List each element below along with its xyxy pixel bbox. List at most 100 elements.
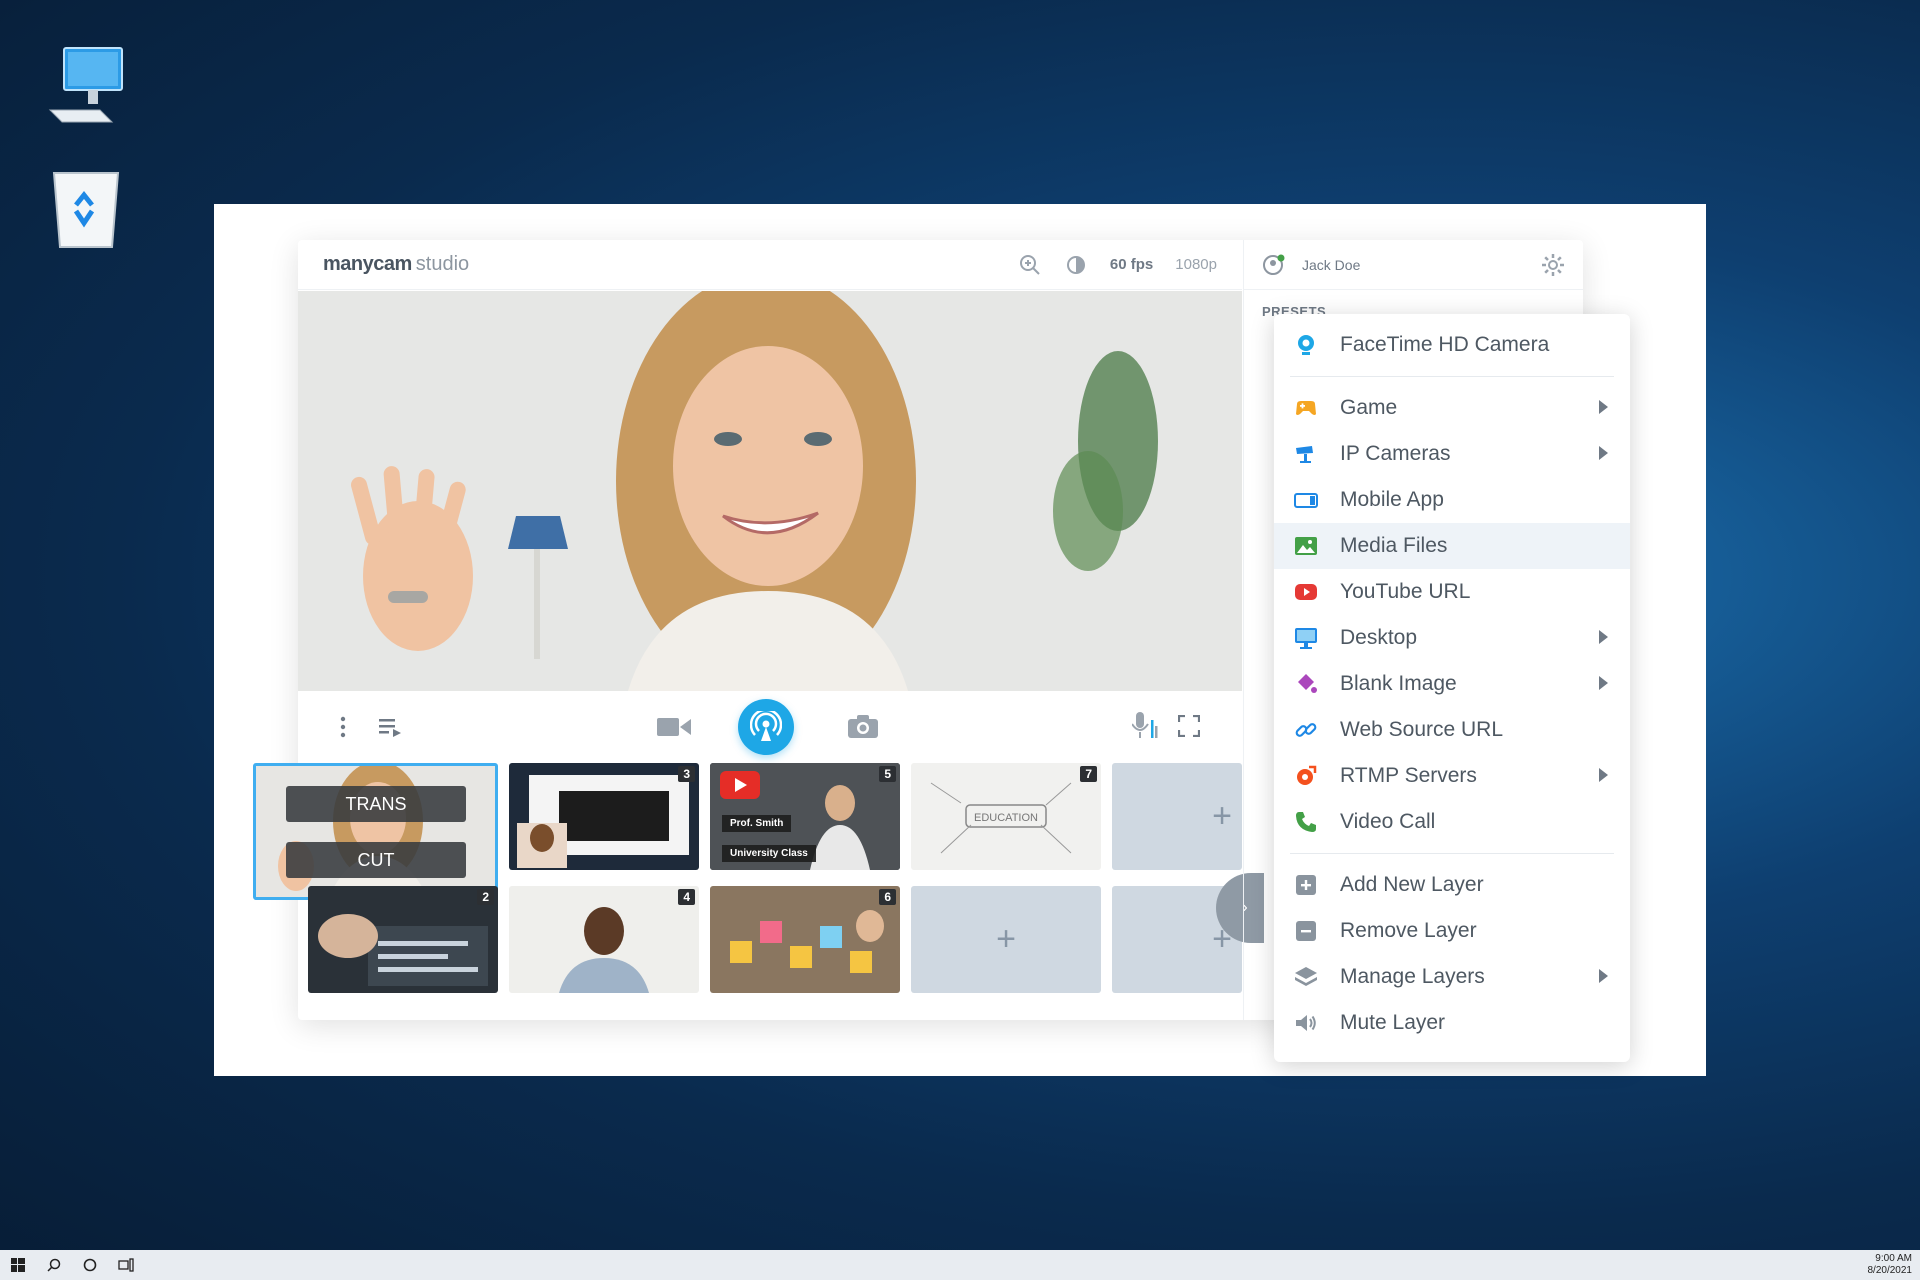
submenu-arrow-icon <box>1599 768 1608 782</box>
webcam-icon <box>1298 335 1314 355</box>
add-source-menu: FaceTime HD Camera Game IP Cameras Mobil… <box>1274 314 1630 1062</box>
this-pc-desktop-icon[interactable] <box>40 40 130 130</box>
fullscreen-icon[interactable] <box>1176 713 1202 739</box>
menu-separator <box>1290 376 1614 377</box>
menu-item-ip-cameras[interactable]: IP Cameras <box>1274 431 1630 477</box>
broadcast-button[interactable] <box>738 699 794 755</box>
sticky-notes-thumb-image <box>710 886 900 993</box>
submenu-arrow-icon <box>1599 969 1608 983</box>
user-row: Jack Doe <box>1244 240 1583 290</box>
menu-item-rtmp-servers[interactable]: RTMP Servers <box>1274 753 1630 799</box>
source-thumbnail-7[interactable]: EDUCATION 7 <box>911 763 1101 870</box>
recycle-bin-desktop-icon[interactable] <box>40 165 130 255</box>
app-header: manycam studio 60 fps 1080p <box>298 240 1242 290</box>
clock-date: 8/20/2021 <box>1867 1265 1913 1276</box>
menu-item-label: Mute Layer <box>1340 1011 1446 1034</box>
active-source-thumbnail[interactable]: TRANS CUT <box>253 763 498 900</box>
menu-separator <box>1290 853 1614 854</box>
user-avatar-icon[interactable] <box>1262 253 1286 277</box>
gear-icon[interactable] <box>1541 253 1565 277</box>
cortana-circle-icon <box>83 1258 97 1272</box>
search-button[interactable] <box>36 1250 72 1280</box>
lower-third-name: Prof. Smith <box>722 815 792 832</box>
menu-item-video-call[interactable]: Video Call <box>1274 799 1630 845</box>
whiteboard-thumb-image: EDUCATION <box>911 763 1101 870</box>
monitor-icon <box>1295 628 1317 649</box>
laptop-chart-thumb-image <box>308 886 498 993</box>
clock-time: 9:00 AM <box>1875 1253 1912 1264</box>
menu-item-desktop[interactable]: Desktop <box>1274 615 1630 661</box>
menu-item-manage-layers[interactable]: Manage Layers <box>1274 954 1630 1000</box>
task-view-button[interactable] <box>108 1250 144 1280</box>
thumbnail-number: 4 <box>678 889 695 905</box>
menu-item-facetime-camera[interactable]: FaceTime HD Camera <box>1274 322 1630 368</box>
more-options-icon[interactable] <box>333 713 353 741</box>
trans-button[interactable]: TRANS <box>286 786 466 822</box>
broadcast-icon <box>750 711 782 741</box>
paint-bucket-icon <box>1298 674 1317 693</box>
plus-icon: + <box>1212 797 1232 835</box>
menu-item-remove-layer[interactable]: Remove Layer <box>1274 908 1630 954</box>
menu-item-game[interactable]: Game <box>1274 385 1630 431</box>
menu-item-youtube-url[interactable]: YouTube URL <box>1274 569 1630 615</box>
thumbnail-number: 5 <box>879 766 896 782</box>
image-icon <box>1295 537 1317 555</box>
menu-item-label: FaceTime HD Camera <box>1340 333 1550 356</box>
windows-logo-icon <box>11 1258 25 1272</box>
cut-button[interactable]: CUT <box>286 842 466 878</box>
resolution-selector[interactable]: 1080p <box>1175 256 1217 273</box>
phone-icon <box>1296 812 1316 832</box>
source-thumbnail-4[interactable]: 4 <box>509 886 699 993</box>
user-name: Jack Doe <box>1302 256 1361 273</box>
fps-selector[interactable]: 60 fps <box>1110 256 1153 273</box>
smiling-man-thumb-image <box>509 886 699 993</box>
search-icon <box>47 1258 61 1272</box>
speaker-icon <box>1296 1015 1316 1031</box>
cortana-button[interactable] <box>72 1250 108 1280</box>
whiteboard-text: EDUCATION <box>974 812 1038 824</box>
taskbar: 9:00 AM 8/20/2021 <box>0 1250 1920 1280</box>
thumbnail-number: 7 <box>1080 766 1097 782</box>
brand-name: manycam <box>323 253 412 275</box>
thumbnail-number: 3 <box>678 766 695 782</box>
submenu-arrow-icon <box>1599 630 1608 644</box>
menu-item-label: YouTube URL <box>1340 580 1471 603</box>
menu-item-label: Add New Layer <box>1340 873 1484 896</box>
menu-item-blank-image[interactable]: Blank Image <box>1274 661 1630 707</box>
source-thumbnail-5[interactable]: Prof. Smith University Class 5 <box>710 763 900 870</box>
mobile-icon <box>1294 493 1318 508</box>
menu-item-mute-layer[interactable]: Mute Layer <box>1274 1000 1630 1046</box>
menu-item-mobile-app[interactable]: Mobile App <box>1274 477 1630 523</box>
playlist-icon[interactable] <box>378 715 402 739</box>
source-thumbnail-3[interactable]: 3 <box>509 763 699 870</box>
source-thumbnail-2[interactable]: 2 <box>308 886 498 993</box>
menu-item-add-new-layer[interactable]: Add New Layer <box>1274 862 1630 908</box>
menu-item-label: Desktop <box>1340 626 1418 649</box>
main-video-preview[interactable] <box>298 291 1242 691</box>
menu-item-label: Game <box>1340 396 1398 419</box>
add-source-slot[interactable]: + <box>1112 763 1242 870</box>
menu-item-label: Video Call <box>1340 810 1436 833</box>
add-source-slot[interactable]: + <box>911 886 1101 993</box>
snapshot-camera-icon[interactable] <box>846 711 880 741</box>
system-clock[interactable]: 9:00 AM 8/20/2021 <box>1868 1253 1913 1277</box>
menu-item-media-files[interactable]: Media Files <box>1274 523 1630 569</box>
menu-item-label: Manage Layers <box>1340 965 1485 988</box>
menu-item-web-source-url[interactable]: Web Source URL <box>1274 707 1630 753</box>
start-button[interactable] <box>0 1250 36 1280</box>
brand-logo: manycam studio <box>323 253 469 276</box>
video-camera-icon[interactable] <box>656 711 692 743</box>
menu-item-label: IP Cameras <box>1340 442 1451 465</box>
task-view-icon <box>118 1258 134 1272</box>
microphone-icon[interactable] <box>1130 711 1160 741</box>
gamepad-icon <box>1296 401 1316 415</box>
submenu-arrow-icon <box>1599 400 1608 414</box>
menu-item-label: Blank Image <box>1340 672 1457 695</box>
brightness-icon[interactable] <box>1064 253 1088 277</box>
layers-icon <box>1295 967 1317 986</box>
cctv-icon <box>1296 446 1313 463</box>
zoom-icon[interactable] <box>1018 253 1042 277</box>
menu-item-label: Remove Layer <box>1340 919 1477 942</box>
brand-subtitle: studio <box>415 253 470 275</box>
source-thumbnail-6[interactable]: 6 <box>710 886 900 993</box>
